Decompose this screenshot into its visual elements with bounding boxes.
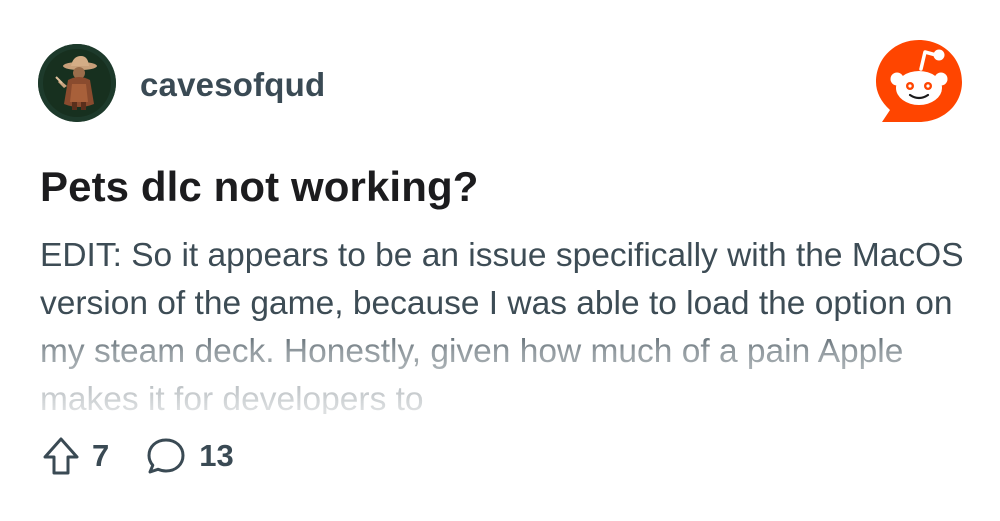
upvote-button[interactable]: 7 <box>40 435 109 477</box>
reddit-logo-icon[interactable] <box>870 36 968 126</box>
avatar-image <box>38 44 116 122</box>
subreddit-name[interactable]: cavesofqud <box>140 66 325 104</box>
comments-button[interactable]: 13 <box>145 435 234 477</box>
upvote-arrow-icon <box>43 437 79 475</box>
comment-bubble-icon <box>147 438 185 474</box>
post-actions: 7 13 <box>40 434 234 478</box>
subreddit-avatar[interactable] <box>38 44 116 122</box>
post-body[interactable]: EDIT: So it appears to be an issue speci… <box>40 232 970 414</box>
comment-count: 13 <box>199 438 234 473</box>
post-title[interactable]: Pets dlc not working? <box>40 163 478 211</box>
upvote-count: 7 <box>92 438 110 473</box>
post-body-text: EDIT: So it appears to be an issue speci… <box>40 237 964 414</box>
